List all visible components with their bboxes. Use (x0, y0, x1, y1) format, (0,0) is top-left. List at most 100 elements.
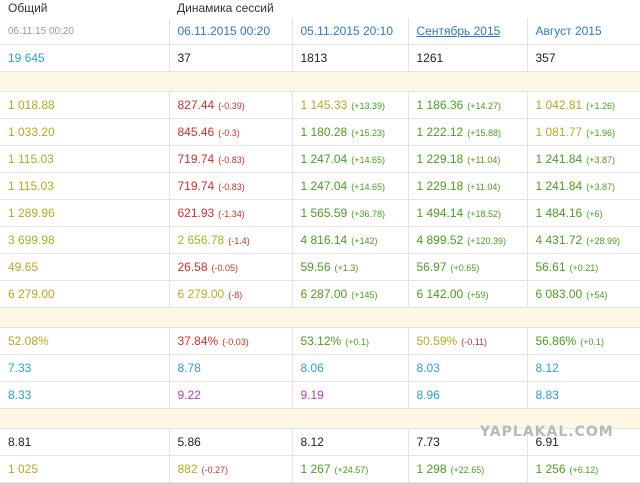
table-cell: 56.61 (+0.21) (526, 253, 640, 281)
cell-delta: (+0.65) (450, 263, 480, 273)
table-row: 8.33 9.22 9.19 8.96 8.83 (0, 381, 640, 409)
cell-value: 19 645 (8, 51, 45, 65)
table-cell: 53.12% (+0.1) (291, 327, 408, 355)
cell-value: 8.12 (535, 361, 559, 375)
month-august-link[interactable]: Август 2015 (526, 18, 640, 45)
cell-value: 56.61 (535, 260, 566, 274)
cell-value: 6 142.00 (416, 287, 464, 301)
table-row: 49.65 26.58 (-0.05) 59.56 (+1.3) 56.97 (+0.65)… (0, 253, 640, 281)
cell-value: 827.44 (177, 98, 215, 112)
date-session-2: 05.11.2015 20:10 (291, 18, 408, 45)
cell-value: 6 083.00 (535, 287, 583, 301)
cell-value: 4 816.14 (300, 233, 348, 247)
table-row: 1 115.03 719.74 (-0.83) 1 247.04 (+14.65) 1 2… (0, 145, 640, 173)
table-cell: 7.33 (0, 354, 169, 382)
table-cell: 9.19 (291, 381, 408, 409)
cell-value: 1 267 (300, 462, 331, 476)
cell-value: 49.65 (8, 260, 39, 274)
cell-value: 1 081.77 (535, 125, 583, 139)
cell-value: 1 115.03 (8, 179, 54, 193)
table-row: 7.33 8.78 8.06 8.03 8.12 (0, 354, 640, 382)
cell-value: 8.78 (177, 361, 201, 375)
month-september-link-text[interactable]: Сентябрь 2015 (417, 24, 501, 38)
table-row: 19 645 37 1813 1261 357 (0, 44, 640, 72)
table-cell: 1 186.36 (+14.27) (407, 91, 527, 119)
cell-value: 1 186.36 (416, 98, 464, 112)
cell-value: 1 247.04 (300, 179, 348, 193)
table-cell: 4 899.52 (+120.39) (407, 226, 527, 254)
table-cell: 1 229.18 (+11.04) (407, 145, 527, 173)
table-cell: 8.83 (526, 381, 640, 409)
cell-delta: (+11.04) (467, 155, 501, 165)
table-cell: 1 565.59 (+36.78) (291, 199, 408, 227)
table-cell: 26.58 (-0.05) (168, 253, 292, 281)
table-cell: 1 033.20 (0, 118, 169, 146)
cell-value: 8.12 (300, 435, 324, 449)
table-cell: 1 180.28 (+15.23) (291, 118, 408, 146)
cell-delta: (+24.57) (334, 465, 369, 475)
cell-delta: (-1.34) (218, 209, 245, 219)
table-cell: 49.65 (0, 253, 169, 281)
table-cell: 6 083.00 (+54) (526, 280, 640, 308)
cell-delta: (+14.65) (351, 155, 385, 165)
stats-table: 06.11.15 00:20 06.11.2015 00:20 05.11.20… (0, 18, 640, 483)
cell-delta: (+14.65) (351, 182, 385, 192)
cell-value: 37.84% (177, 334, 219, 348)
cell-value: 1 222.12 (416, 125, 464, 139)
cell-value: 1 256 (535, 462, 566, 476)
table-cell: 845.46 (-0.3) (168, 118, 292, 146)
table-cell: 4 816.14 (+142) (291, 226, 408, 254)
cell-value: 882 (177, 462, 198, 476)
cell-delta: (+6) (586, 209, 603, 219)
table-row: 3 699.98 2 656.78 (-1.4) 4 816.14 (+142) 4 89… (0, 226, 640, 254)
cell-value: 1 229.18 (416, 152, 464, 166)
cell-value: 719.74 (177, 179, 215, 193)
table-cell: 1 267 (+24.57) (291, 455, 408, 483)
table-row: 52.08% 37.84% (-0.03) 53.12% (+0.1) 50.59% (-0… (0, 327, 640, 355)
cell-value: 1 033.20 (8, 125, 55, 139)
cell-value: 8.03 (416, 361, 440, 375)
cell-value: 52.08% (8, 334, 49, 348)
date-session-1: 06.11.2015 00:20 (168, 18, 292, 45)
cell-value: 8.33 (8, 388, 32, 402)
table-cell: 1 247.04 (+14.65) (291, 172, 408, 200)
table-cell: 357 (526, 44, 640, 72)
table-cell: 4 431.72 (+28.99) (526, 226, 640, 254)
cell-delta: (+54) (586, 290, 608, 300)
table-row: 1 033.20 845.46 (-0.3) 1 180.28 (+15.23) 1 22… (0, 118, 640, 146)
cell-delta: (+0.1) (580, 337, 604, 347)
table-cell: 1 025 (0, 455, 169, 483)
cell-delta: (+1.26) (586, 101, 615, 111)
month-september-link[interactable]: Сентябрь 2015 (407, 18, 527, 45)
table-cell: 1 256 (+6.12) (526, 455, 640, 483)
cell-value: 1 042.81 (535, 98, 583, 112)
cell-delta: (+28.99) (586, 236, 620, 246)
table-cell: 882 (-0.27) (168, 455, 292, 483)
cell-value: 2 656.78 (177, 233, 225, 247)
table-cell: 1 229.18 (+11.04) (407, 172, 527, 200)
date-row: 06.11.15 00:20 06.11.2015 00:20 05.11.20… (0, 18, 640, 45)
col-dynamics-label: Динамика сессий (177, 1, 274, 15)
cell-delta: (+59) (467, 290, 489, 300)
table-cell: 56.86% (+0.1) (526, 327, 640, 355)
section-separator (0, 71, 640, 92)
cell-value: 1 115.03 (8, 152, 54, 166)
cell-delta: (+18.52) (467, 209, 501, 219)
table-cell: 1 241.84 (+3.87) (526, 145, 640, 173)
table-cell: 8.12 (526, 354, 640, 382)
cell-value: 9.19 (300, 388, 324, 402)
cell-value: 53.12% (300, 334, 342, 348)
separator-cell (0, 307, 640, 328)
cell-value: 1 180.28 (300, 125, 348, 139)
section-separator (0, 307, 640, 328)
cell-delta: (+11.04) (467, 182, 501, 192)
cell-delta: (-0.83) (218, 182, 245, 192)
table-cell: 1261 (407, 44, 527, 72)
cell-delta: (+6.12) (569, 465, 599, 475)
separator-cell (0, 71, 640, 92)
table-cell: 1 289.96 (0, 199, 169, 227)
table-cell: 1 042.81 (+1.26) (526, 91, 640, 119)
table-cell: 8.12 (291, 428, 408, 456)
cell-value: 6 287.00 (300, 287, 348, 301)
cell-value: 845.46 (177, 125, 215, 139)
